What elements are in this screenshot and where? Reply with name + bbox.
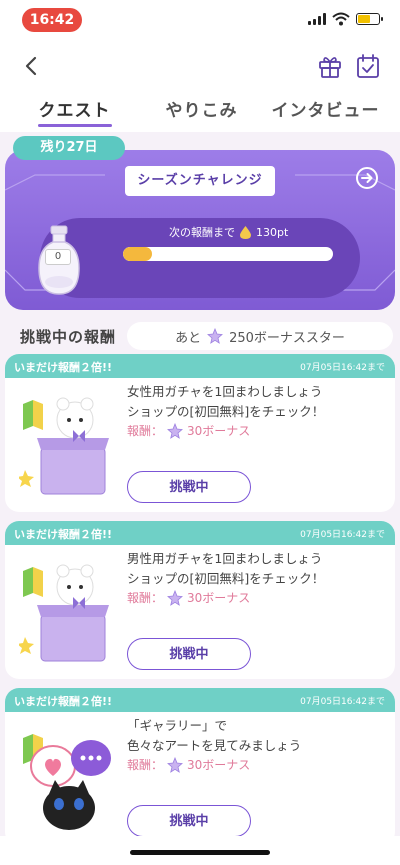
season-challenge-card[interactable]: シーズンチャレンジ 0 次の報酬まで 130pt [5, 150, 395, 310]
next-reward-text: 次の報酬まで 130pt [169, 224, 288, 240]
quest-banner-label: いまだけ報酬２倍!! [14, 695, 113, 708]
quest-line-1: 「ギャラリー」で [127, 718, 228, 733]
drop-icon [240, 225, 251, 239]
header: クエスト やりこみ インタビュー [0, 44, 400, 132]
black-cat-speech-illustration [23, 734, 111, 830]
calendar-icon[interactable] [354, 52, 382, 80]
season-progress-bar [123, 247, 333, 261]
quest-banner: いまだけ報酬２倍!! 07月05日16:42まで [5, 521, 395, 545]
bottle-value: 0 [45, 249, 71, 265]
quest-reward-label: 報酬： [127, 591, 164, 605]
quest-reward: 報酬： 30ボーナス [127, 756, 250, 773]
challenge-button[interactable]: 挑戦中 [127, 805, 251, 837]
tab-interview[interactable]: インタビュー [259, 96, 392, 121]
quest-description: 男性用ガチャを1回まわしましょう ショップの[初回無料]をチェック！ [127, 549, 324, 589]
gift-box-bear-illustration [19, 564, 109, 662]
quest-deadline: 07月05日16:42まで [300, 363, 385, 373]
quest-banner-label: いまだけ報酬２倍!! [14, 361, 113, 374]
next-reward-points: 130pt [256, 225, 289, 239]
wifi-icon [332, 12, 350, 26]
arrow-right-icon[interactable] [355, 166, 379, 190]
remaining-reward-pill: あと 250ボーナススター [127, 322, 393, 350]
quest-card: いまだけ報酬２倍!! 07月05日16:42まで 「ギャラリー」で 色々なアート… [5, 688, 395, 846]
quest-reward: 報酬： 30ボーナス [127, 422, 250, 439]
quest-reward-label: 報酬： [127, 424, 164, 438]
remaining-prefix: あと [175, 330, 202, 346]
quest-reward-value: 30ボーナス [187, 591, 251, 605]
bonus-star-icon [167, 589, 183, 606]
quest-reward-value: 30ボーナス [187, 424, 251, 438]
quest-line-1: 女性用ガチャを1回まわしましょう [127, 384, 323, 399]
signal-icon [308, 13, 326, 25]
tab-active-indicator [38, 124, 112, 127]
bonus-star-icon [167, 422, 183, 439]
bonus-star-icon [207, 328, 224, 344]
quest-reward: 報酬： 30ボーナス [127, 589, 250, 606]
quest-reward-value: 30ボーナス [187, 758, 251, 772]
quest-deadline: 07月05日16:42まで [300, 530, 385, 540]
gift-box-bear-illustration [19, 397, 109, 495]
tab-quest[interactable]: クエスト [8, 96, 141, 121]
quest-description: 女性用ガチャを1回まわしましょう ショップの[初回無料]をチェック！ [127, 382, 324, 422]
quest-banner-label: いまだけ報酬２倍!! [14, 528, 113, 541]
home-indicator[interactable] [130, 850, 270, 855]
days-left-badge: 残り27日 [13, 136, 125, 160]
quest-line-2: 色々なアートを見てみましょう [127, 738, 302, 753]
reward-summary-label: 挑戦中の報酬 [20, 328, 117, 346]
quest-banner: いまだけ報酬２倍!! 07月05日16:42まで [5, 354, 395, 378]
quest-deadline: 07月05日16:42まで [300, 697, 385, 707]
quest-reward-label: 報酬： [127, 758, 164, 772]
status-icons [308, 12, 383, 26]
status-bar: 16:42 [0, 0, 400, 44]
quest-description: 「ギャラリー」で 色々なアートを見てみましょう [127, 716, 301, 756]
quest-line-1: 男性用ガチャを1回まわしましょう [127, 551, 323, 566]
quest-line-2: ショップの[初回無料]をチェック！ [127, 404, 325, 419]
quest-line-2: ショップの[初回無料]をチェック！ [127, 571, 325, 586]
season-title: シーズンチャレンジ [125, 166, 275, 196]
challenge-button[interactable]: 挑戦中 [127, 638, 251, 670]
status-time: 16:42 [22, 8, 82, 32]
quest-card: いまだけ報酬２倍!! 07月05日16:42まで 女性用ガチャを1回まわしましょ… [5, 354, 395, 512]
remaining-value: 250ボーナススター [229, 330, 345, 346]
season-challenge-section: 残り27日 シーズンチャレンジ 0 次の報酬まで 130pt [5, 136, 395, 311]
next-reward-label: 次の報酬まで [169, 226, 235, 239]
battery-icon [356, 13, 383, 25]
gift-icon[interactable] [316, 52, 344, 80]
tab-yarikomi[interactable]: やりこみ [135, 96, 268, 121]
back-icon[interactable] [18, 52, 46, 80]
challenge-button[interactable]: 挑戦中 [127, 471, 251, 503]
reward-summary-row: 挑戦中の報酬 あと 250ボーナススター [0, 322, 400, 350]
quest-card: いまだけ報酬２倍!! 07月05日16:42まで 男性用ガチャを1回まわしましょ… [5, 521, 395, 679]
tab-bar: クエスト やりこみ インタビュー [0, 92, 400, 128]
season-progress-fill [123, 247, 153, 261]
bonus-star-icon [167, 756, 183, 773]
quest-banner: いまだけ報酬２倍!! 07月05日16:42まで [5, 688, 395, 712]
